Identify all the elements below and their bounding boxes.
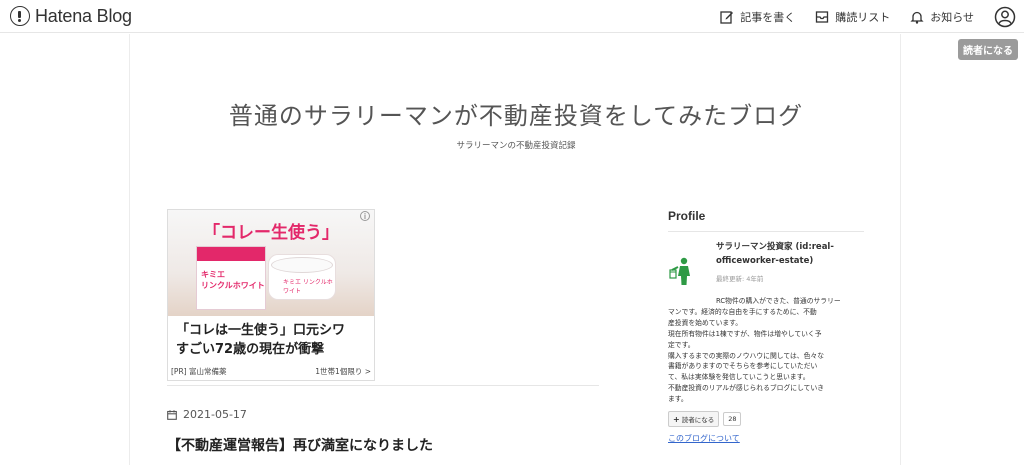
inbox-icon	[816, 10, 829, 23]
product-box-line2: リンクルホワイト	[201, 281, 265, 290]
post-date-text[interactable]: 2021-05-17	[183, 408, 247, 421]
follower-count: 28	[723, 412, 742, 427]
profile-heading: Profile	[668, 209, 864, 232]
logo-text: Hatena Blog	[35, 5, 132, 26]
product-jar-label: キミエ リンクルホワイト	[283, 279, 333, 295]
plus-icon: +	[673, 414, 680, 424]
product-box: キミエ リンクルホワイト	[196, 246, 266, 310]
blog-description: サラリーマンの不動産投資記録	[456, 141, 576, 151]
product-box-band	[197, 247, 265, 261]
bio-line: 定です。	[668, 340, 695, 349]
bio-line: ます。	[668, 395, 688, 404]
ad-info-icon[interactable]: i	[360, 211, 370, 221]
about-blog-link[interactable]: このブログについて	[668, 433, 868, 444]
edit-icon	[720, 10, 734, 24]
hatena-blog-logo[interactable]: Hatena Blog	[10, 5, 132, 27]
bio-line: 産投資を始めています。	[668, 318, 743, 327]
bio-line: 現在所有物件は1棟ですが、物件は増やしていく予	[668, 329, 822, 338]
blog-container: 普通のサラリーマンが不動産投資をしてみたブログ サラリーマンの不動産投資記録 「…	[129, 34, 901, 465]
bio-line: 書籍がありますのでそちらを参考にしていただい	[668, 362, 818, 371]
bio-line: 購入するまでの実際のノウハウに関しては、色々な	[668, 351, 824, 360]
advertisement[interactable]: 「コレー生使う」 キミエ リンクルホワイト キミエ リンクルホワイト i 「コレ…	[167, 209, 375, 381]
sidebar-follow-button[interactable]: + 読者になる	[668, 411, 720, 428]
ad-cta[interactable]: 1世帯1個限り >	[315, 366, 371, 377]
post-date: 2021-05-17	[167, 408, 247, 421]
profile-header: サラリーマン投資家 (id:real-officeworker-estate) …	[668, 238, 868, 292]
calendar-icon	[167, 409, 177, 420]
profile-avatar-icon[interactable]	[668, 256, 698, 286]
product-box-line1: キミエ	[201, 270, 225, 279]
notifications-label: お知らせ	[930, 10, 974, 24]
ad-footer: [PR] 富山常備薬 1世帯1個限り >	[171, 366, 371, 377]
ad-text: 「コレは一生使う」口元シワ すごい72歳の現在が衝撃	[176, 321, 372, 359]
bio-line: マンです。経済的な自由を手にするために、不動	[668, 307, 817, 316]
subscription-list-button[interactable]: 購読リスト	[815, 9, 890, 25]
sidebar-follow-label: 読者になる	[681, 416, 715, 425]
write-article-button[interactable]: 記事を書く	[720, 9, 795, 25]
ad-sponsor: [PR] 富山常備薬	[171, 367, 227, 376]
product-jar: キミエ リンクルホワイト	[268, 254, 336, 300]
profile-name[interactable]: サラリーマン投資家 (id:real-officeworker-estate)	[716, 240, 866, 268]
ad-text-line1: 「コレは一生使う」口元シワ	[176, 323, 346, 338]
global-header: Hatena Blog 記事を書く 購読リスト お知らせ	[0, 0, 1024, 33]
product-jar-lid	[271, 257, 333, 273]
profile-bio: RC物件の購入ができた、普通のサラリー マンです。経済的な自由を手にするために、…	[668, 296, 864, 405]
bell-icon	[910, 11, 924, 24]
bio-line: 不動産投資のリアルが感じられるブログにしていき	[668, 384, 825, 393]
subscription-list-label: 購読リスト	[835, 10, 891, 24]
ad-headline: 「コレー生使う」	[203, 223, 339, 243]
user-account-icon[interactable]	[994, 6, 1016, 28]
content-divider	[167, 385, 599, 386]
sidebar: Profile サラリーマン投資家 (id:real-officeworker-…	[668, 209, 868, 444]
follow-blog-button[interactable]: 読者になる	[958, 39, 1018, 60]
notifications-button[interactable]: お知らせ	[910, 9, 974, 25]
ad-image: 「コレー生使う」 キミエ リンクルホワイト キミエ リンクルホワイト	[168, 210, 374, 316]
write-article-label: 記事を書く	[740, 10, 796, 24]
follow-row: + 読者になる 28	[668, 411, 868, 428]
bio-line: て、私は実体験を発信していこうと思います。	[668, 373, 810, 382]
ad-text-line2: すごい72歳の現在が衝撃	[176, 342, 325, 357]
profile-last-updated: 最終更新: 4年前	[716, 275, 764, 283]
post-title[interactable]: 【不動産運営報告】再び満室になりました	[167, 435, 433, 455]
blog-title[interactable]: 普通のサラリーマンが不動産投資をしてみたブログ	[130, 96, 902, 131]
bio-line: RC物件の購入ができた、普通のサラリー	[716, 297, 841, 305]
header-nav: 記事を書く 購読リスト お知らせ	[720, 0, 1024, 33]
hatena-logo-icon	[10, 6, 30, 26]
